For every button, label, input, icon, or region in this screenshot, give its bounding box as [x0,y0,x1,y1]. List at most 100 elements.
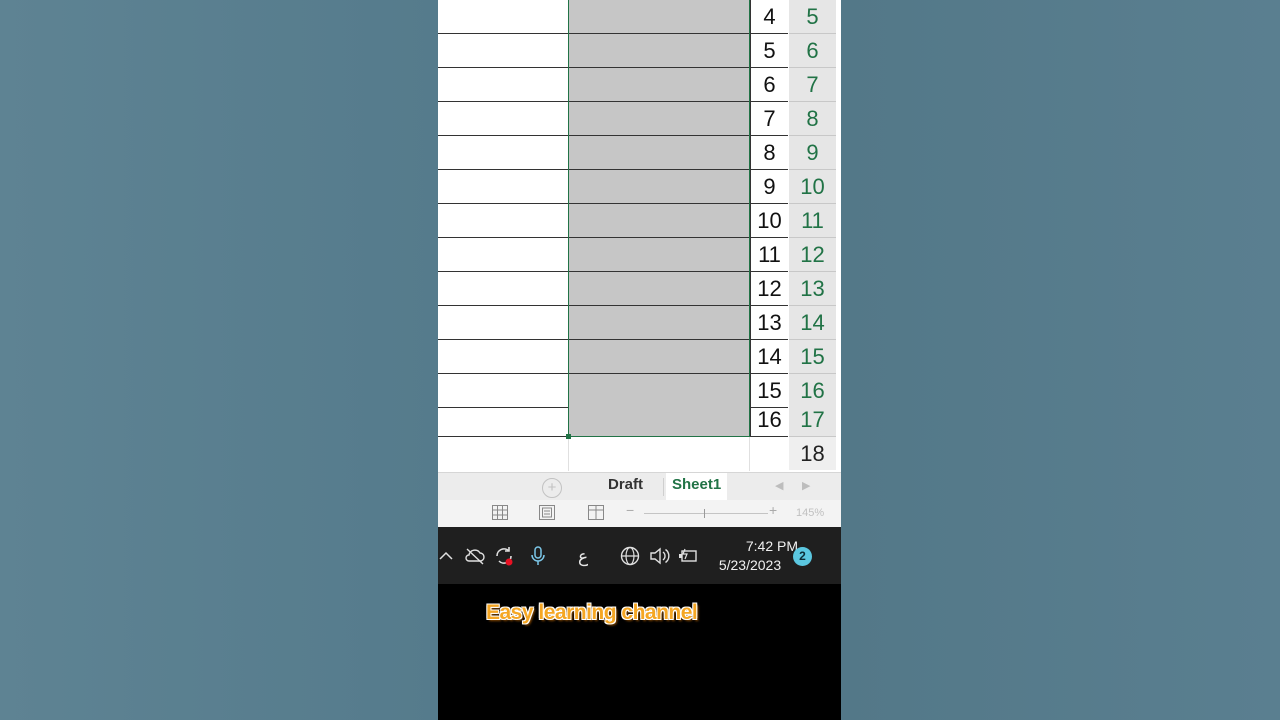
selection-border [749,0,750,437]
language-indicator[interactable]: ع [578,547,588,567]
tab-sheet1[interactable]: Sheet1 [666,473,728,502]
row-header[interactable]: 14 [789,306,836,340]
cell[interactable] [438,238,568,272]
cell[interactable] [438,340,568,374]
row-header[interactable]: 5 [789,0,836,34]
add-sheet-button[interactable]: + [542,478,562,498]
fill-handle[interactable] [566,434,571,439]
number-cell[interactable]: 16 [750,403,788,437]
zoom-slider-thumb[interactable] [704,509,705,518]
microphone-icon[interactable] [527,545,549,567]
table-row: 4 5 [438,0,841,34]
table-row: 13 14 [438,306,841,340]
number-cell[interactable]: 13 [750,306,788,340]
row-header[interactable]: 6 [789,34,836,68]
row-header[interactable]: 13 [789,272,836,306]
table-row: 5 6 [438,34,841,68]
notification-badge[interactable]: 2 [793,547,812,566]
cell[interactable] [438,170,568,204]
gridline [749,437,750,471]
scroll-tabs-left-icon[interactable]: ◀ [775,479,783,492]
selected-cell[interactable] [569,204,749,238]
zoom-in-button[interactable]: + [769,502,777,518]
cell[interactable] [438,34,568,68]
cell[interactable] [438,68,568,102]
background-right [841,0,1280,720]
number-cell[interactable]: 8 [750,136,788,170]
row-header[interactable]: 18 [789,437,836,470]
cell[interactable] [438,272,568,306]
table-row: 14 15 [438,340,841,374]
row-header[interactable]: 12 [789,238,836,272]
channel-caption: Easy learning channel [486,601,698,624]
number-cell[interactable]: 5 [750,34,788,68]
gridline [568,437,569,471]
clock-time[interactable]: 7:42 PM [718,538,798,554]
number-cell[interactable]: 4 [750,0,788,34]
selected-cell[interactable] [569,403,749,437]
zoom-level[interactable]: 145% [796,507,824,519]
table-row: 10 11 [438,204,841,238]
scroll-tabs-right-icon[interactable]: ▶ [802,479,810,492]
zoom-out-button[interactable]: − [626,502,634,518]
selected-cell[interactable] [569,102,749,136]
tab-divider [663,478,664,496]
status-bar: − + 145% [438,500,841,527]
row-header[interactable]: 7 [789,68,836,102]
cell[interactable] [438,204,568,238]
zoom-slider[interactable] [644,513,768,514]
chevron-up-icon[interactable] [438,545,460,567]
selection-border [568,436,750,437]
page-layout-icon[interactable] [539,505,555,520]
cell[interactable] [438,102,568,136]
selected-cell[interactable] [569,0,749,34]
table-row: 8 9 [438,136,841,170]
selected-cell[interactable] [569,238,749,272]
clock-date[interactable]: 5/23/2023 [710,557,790,573]
number-cell[interactable]: 14 [750,340,788,374]
tab-draft[interactable]: Draft [602,473,649,500]
table-row: 16 17 [438,403,841,437]
number-cell[interactable]: 6 [750,68,788,102]
cell[interactable] [438,403,568,437]
row-header[interactable]: 10 [789,170,836,204]
selected-cell[interactable] [569,34,749,68]
selected-cell[interactable] [569,272,749,306]
selected-cell[interactable] [569,306,749,340]
selected-cell[interactable] [569,340,749,374]
globe-icon[interactable] [619,545,641,567]
sync-icon[interactable] [493,545,515,567]
number-cell[interactable]: 12 [750,272,788,306]
row-header[interactable]: 17 [789,403,836,437]
row-header[interactable]: 8 [789,102,836,136]
row-header[interactable]: 9 [789,136,836,170]
page-break-icon[interactable] [588,505,604,520]
taskbar: ع 7:42 PM 5/23/2023 2 [438,527,841,584]
normal-view-icon[interactable] [492,505,508,520]
table-row: 18 [438,437,841,471]
table-row: 7 8 [438,102,841,136]
number-cell[interactable]: 9 [750,170,788,204]
selection-border [568,0,569,437]
row-header[interactable]: 11 [789,204,836,238]
selected-cell[interactable] [569,136,749,170]
cell[interactable] [438,136,568,170]
number-cell[interactable]: 7 [750,102,788,136]
background-left [0,0,438,720]
selected-cell[interactable] [569,170,749,204]
cloud-off-icon[interactable] [464,545,486,567]
table-row: 9 10 [438,170,841,204]
number-cell[interactable]: 10 [750,204,788,238]
spreadsheet-grid[interactable]: 4 5 5 6 6 7 7 8 8 9 9 10 10 11 11 12 12 … [438,0,841,472]
table-row: 12 13 [438,272,841,306]
table-row: 6 7 [438,68,841,102]
phone-screen: 4 5 5 6 6 7 7 8 8 9 9 10 10 11 11 12 12 … [438,0,841,720]
battery-icon[interactable] [677,545,699,567]
row-header[interactable]: 15 [789,340,836,374]
cell[interactable] [438,306,568,340]
selected-cell[interactable] [569,68,749,102]
number-cell[interactable]: 11 [750,238,788,272]
table-row: 11 12 [438,238,841,272]
speaker-icon[interactable] [648,545,670,567]
cell[interactable] [438,0,568,34]
